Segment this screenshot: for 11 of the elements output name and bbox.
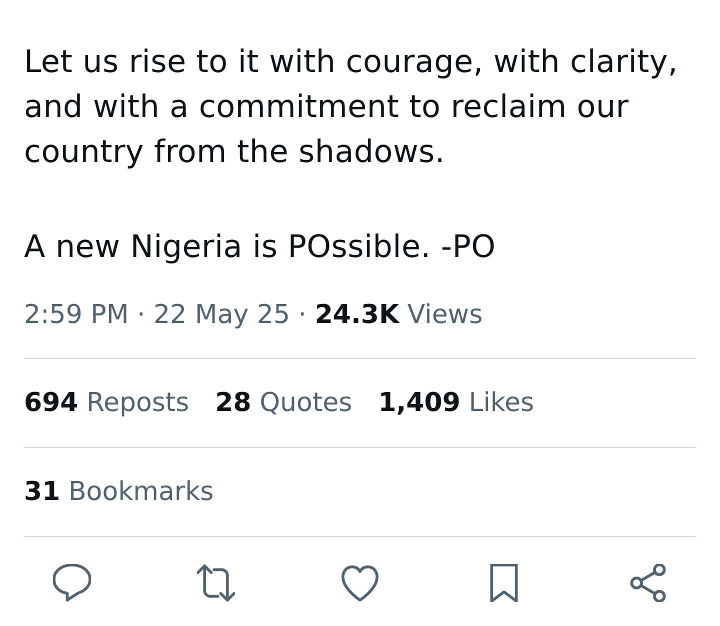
loop-arrows-icon[interactable] [197, 564, 235, 602]
engagement-stat-link[interactable]: 694 Reposts [24, 385, 190, 421]
heart-icon[interactable] [341, 564, 379, 602]
tweet-timestamp-views: 2:59 PM · 22 May 25 · 24.3K Views [24, 299, 483, 332]
engagement-stat-link[interactable]: 28 Quotes [215, 385, 352, 421]
share-icon[interactable] [629, 564, 667, 602]
engagement-stat-link[interactable]: 1,409 Likes [378, 385, 534, 421]
tweet-text: A new Nigeria is POssible. -PO [24, 228, 497, 267]
bookmarks-stat-link[interactable]: 31 Bookmarks [24, 474, 214, 510]
speech-bubble-icon[interactable] [53, 564, 91, 602]
tweet-text: Let us rise to it with courage, with clarity, and with a commitment to reclaim our country from the shadows. [24, 43, 679, 172]
